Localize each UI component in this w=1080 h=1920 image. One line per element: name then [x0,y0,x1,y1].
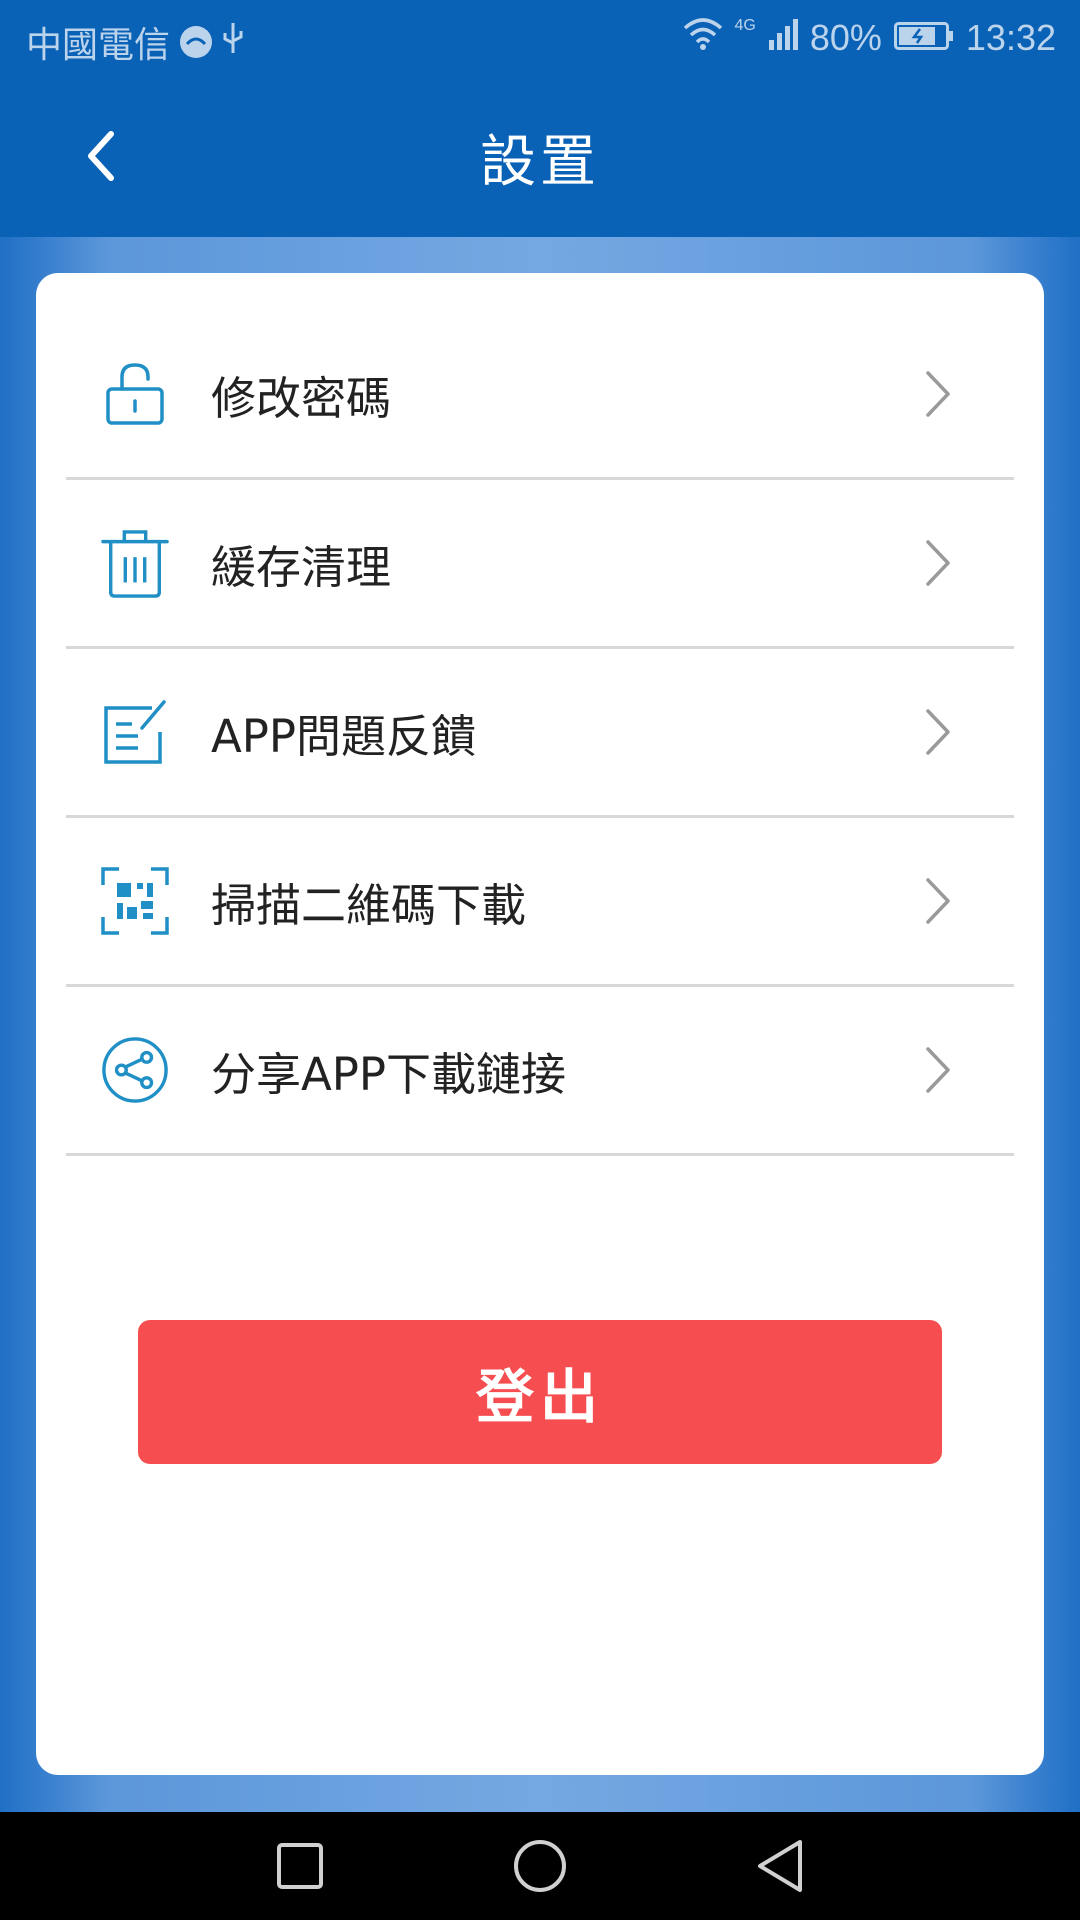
back-nav-button[interactable] [748,1834,812,1898]
carrier-logo-icon [180,26,213,58]
settings-menu: 修改密碼 緩存清理 APP問題反饋 掃描二維碼下載 分享APP下載鏈接 [66,311,1014,1156]
qr-code-icon [101,867,169,935]
signal-icon [768,17,798,59]
chevron-right-icon [926,1047,950,1093]
status-bar: 中國電信 4G 80% 13:32 [0,0,1080,75]
circle-icon [514,1840,566,1892]
status-right: 4G 80% 13:32 [683,16,1056,59]
chevron-right-icon [926,709,950,755]
menu-item-share-download-link[interactable]: 分享APP下載鏈接 [66,987,1014,1156]
menu-item-label: 修改密碼 [211,371,392,425]
menu-item-change-password[interactable]: 修改密碼 [66,311,1014,480]
page-title: 設置 [480,130,600,195]
menu-item-scan-qr-download[interactable]: 掃描二維碼下載 [66,818,1014,987]
chevron-right-icon [926,371,950,417]
home-button[interactable] [508,1834,572,1898]
battery-percent: 80% [809,16,882,58]
battery-charging-icon [893,17,954,59]
menu-item-label: 緩存清理 [211,540,392,594]
app-header: 設置 [0,75,1080,237]
system-nav-bar [0,1812,1080,1920]
usb-icon [222,21,244,64]
menu-item-label: 分享APP下載鏈接 [211,1047,567,1101]
menu-item-label: APP問題反饋 [211,709,477,763]
carrier-name: 中國電信 [26,24,171,65]
chevron-right-icon [926,878,950,924]
feedback-edit-icon [101,698,169,766]
lock-icon [101,360,169,428]
status-left: 中國電信 [26,16,244,68]
settings-card: 修改密碼 緩存清理 APP問題反饋 掃描二維碼下載 分享APP下載鏈接 登出 [36,273,1044,1775]
network-type: 4G [734,16,756,34]
chevron-right-icon [926,540,950,586]
clock: 13:32 [965,16,1056,58]
recent-apps-button[interactable] [268,1834,332,1898]
menu-item-label: 掃描二維碼下載 [211,878,527,932]
square-icon [277,1843,323,1889]
share-icon [101,1036,169,1104]
wifi-icon [683,16,723,59]
menu-item-app-feedback[interactable]: APP問題反饋 [66,649,1014,818]
menu-item-clear-cache[interactable]: 緩存清理 [66,480,1014,649]
trash-icon [101,529,169,598]
triangle-back-icon [758,1840,802,1892]
logout-button[interactable]: 登出 [138,1320,942,1464]
